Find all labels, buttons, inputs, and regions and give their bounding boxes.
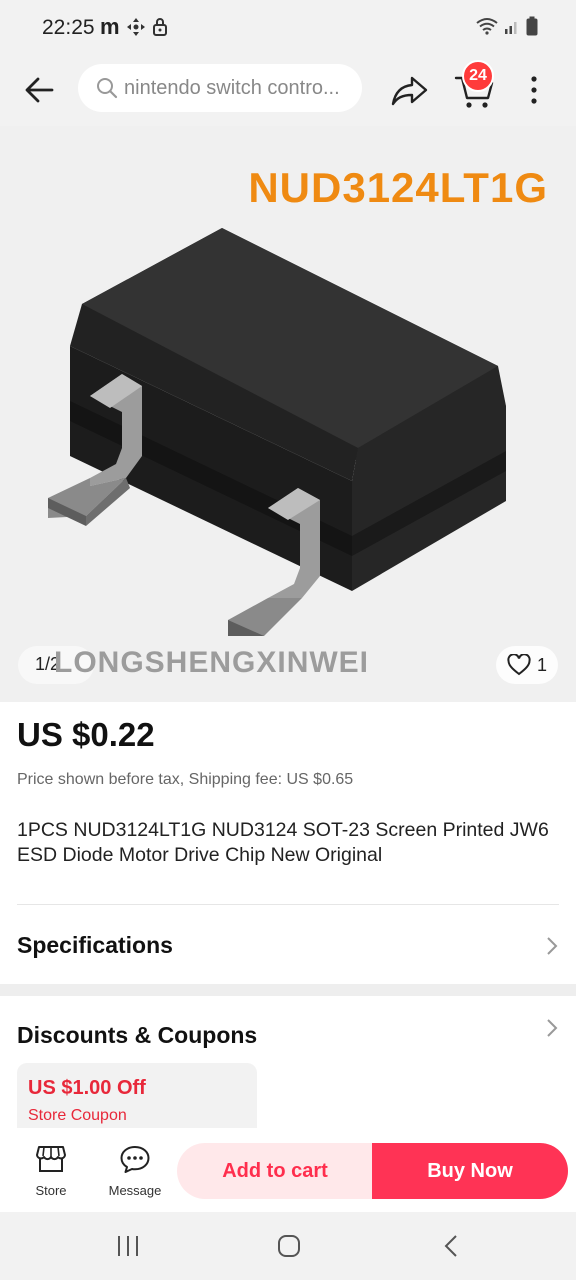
bottom-action-bar: Store Message Add to cart Buy Now — [0, 1128, 576, 1212]
share-icon — [391, 76, 428, 106]
message-button[interactable]: Message — [102, 1144, 168, 1202]
back-icon[interactable] — [442, 1234, 460, 1258]
message-icon — [120, 1146, 150, 1173]
coupon-label: Store Coupon — [28, 1107, 127, 1124]
home-icon[interactable] — [277, 1234, 301, 1258]
discounts-title: Discounts & Coupons — [17, 1022, 258, 1048]
back-arrow-icon — [25, 77, 54, 103]
product-image-gallery[interactable]: NUD3124LT1G 1/2 LONGSHENGXINWEI 1 — [0, 126, 576, 702]
search-icon — [97, 78, 118, 99]
product-price: US $0.22 — [17, 716, 155, 753]
share-button[interactable] — [388, 70, 432, 110]
message-label: Message — [108, 1183, 162, 1198]
more-icon — [531, 76, 537, 104]
status-time: 22:25 — [42, 16, 95, 39]
lock-icon — [152, 18, 167, 36]
wifi-icon — [476, 18, 498, 35]
more-options-button[interactable] — [522, 70, 546, 110]
wishlist-button[interactable]: 1 — [496, 646, 558, 684]
search-placeholder: nintendo switch contro... — [124, 76, 340, 99]
back-button[interactable] — [20, 70, 60, 110]
divider — [17, 904, 559, 905]
specifications-title: Specifications — [17, 932, 173, 958]
coupon-amount: US $1.00 Off — [28, 1077, 146, 1099]
status-bar: 22:25 m — [0, 0, 576, 56]
image-watermark: LONGSHENGXINWEI — [54, 646, 370, 679]
heart-icon — [507, 654, 531, 676]
product-code-text: NUD3124LT1G — [248, 164, 548, 211]
chevron-right-icon — [547, 1019, 558, 1037]
cart-count-badge: 24 — [462, 60, 494, 92]
store-icon — [36, 1146, 66, 1172]
battery-icon — [526, 16, 538, 36]
chevron-right-icon — [547, 937, 558, 955]
recents-icon[interactable] — [116, 1234, 140, 1258]
move-icon — [126, 18, 145, 36]
store-label: Store — [35, 1183, 67, 1198]
search-input[interactable]: nintendo switch contro... — [78, 64, 362, 112]
add-to-cart-button[interactable]: Add to cart — [177, 1143, 373, 1199]
like-count: 1 — [536, 654, 547, 675]
buy-now-button[interactable]: Buy Now — [372, 1143, 568, 1199]
specifications-row[interactable]: Specifications — [0, 906, 576, 984]
system-navigation-bar — [0, 1212, 576, 1280]
store-button[interactable]: Store — [22, 1144, 80, 1202]
product-title: 1PCS NUD3124LT1G NUD3124 SOT-23 Screen P… — [17, 819, 549, 866]
store-coupon-card[interactable]: US $1.00 Off Store Coupon — [17, 1063, 257, 1133]
chip-image — [48, 228, 506, 636]
m-app-icon: m — [100, 14, 120, 39]
section-separator — [0, 984, 576, 996]
signal-icon — [505, 22, 517, 34]
price-note: Price shown before tax, Shipping fee: US… — [17, 771, 354, 788]
top-app-bar: nintendo switch contro... 24 — [0, 56, 576, 126]
